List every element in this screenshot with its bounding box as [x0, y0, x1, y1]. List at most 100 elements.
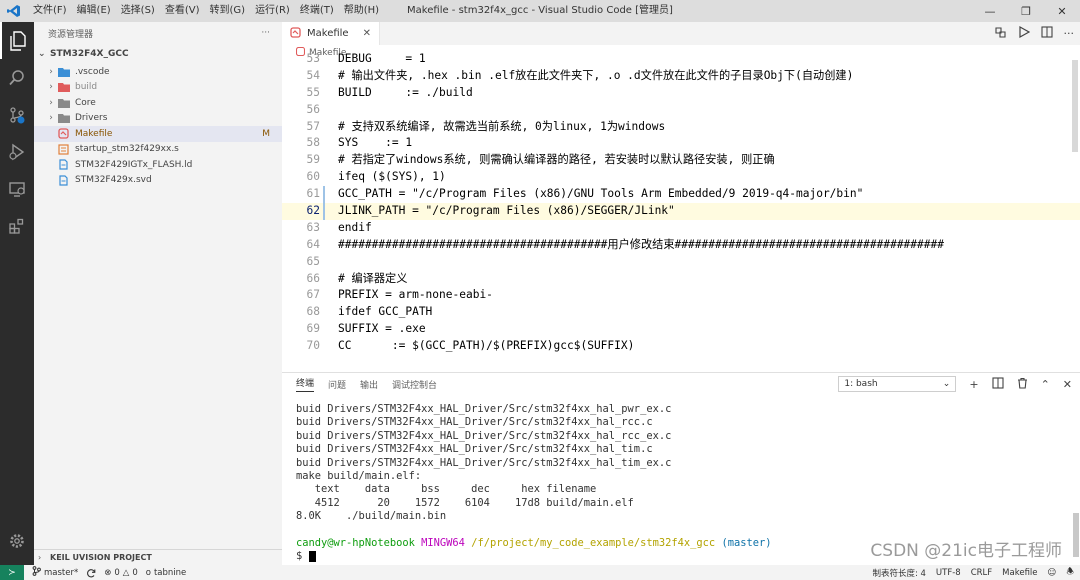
tab-debug-console[interactable]: 调试控制台 [392, 378, 437, 391]
prompt-branch: (master) [721, 536, 772, 549]
prompt-user: candy@wr-hpNotebook [296, 536, 415, 549]
tabnine-icon: o [145, 567, 151, 578]
indent-status[interactable]: 制表符长度: 4 [872, 567, 925, 579]
tabnine-status[interactable]: o tabnine [146, 568, 187, 578]
tree-item-ld[interactable]: STM32F429IGTx_FLASH.ld [34, 157, 282, 173]
menu-file[interactable]: 文件(F) [28, 0, 72, 22]
run-debug-icon[interactable] [0, 133, 34, 170]
title-bar: 文件(F) 编辑(E) 选择(S) 查看(V) 转到(G) 运行(R) 终端(T… [0, 0, 1080, 22]
terminal-scrollbar[interactable] [1073, 513, 1079, 557]
sync-icon[interactable] [86, 568, 96, 578]
remote-indicator-icon[interactable]: ≻ [0, 565, 24, 580]
keil-section-header[interactable]: › KEIL UVISION PROJECT [34, 549, 282, 565]
keil-section-label: KEIL UVISION PROJECT [50, 553, 152, 562]
code-line: 53 DEBUG = 1 [306, 52, 426, 65]
problems-status[interactable]: ⊗ 0 △ 0 [104, 568, 138, 578]
tab-makefile[interactable]: Makefile ✕ [282, 22, 380, 45]
makefile-icon [290, 26, 301, 41]
editor-tabs: Makefile ✕ ··· [282, 22, 1080, 45]
language-status[interactable]: Makefile [1002, 568, 1037, 578]
vscode-logo-icon [0, 0, 28, 22]
encoding-status[interactable]: UTF-8 [936, 568, 961, 578]
code-line: 54 # 输出文件夹, .hex .bin .elf放在此文件夹下, .o .d文… [306, 68, 854, 82]
branch-name: master* [44, 567, 79, 578]
makefile-icon [58, 128, 71, 139]
search-icon[interactable] [0, 59, 34, 96]
editor-actions: ··· [994, 22, 1075, 45]
close-tab-icon[interactable]: ✕ [363, 28, 371, 39]
extensions-icon[interactable] [0, 207, 34, 244]
notifications-bell-icon[interactable]: 🕭 [1066, 566, 1074, 580]
tab-label: Makefile [307, 28, 349, 39]
split-terminal-icon[interactable] [992, 376, 1004, 392]
chevron-down-icon: ⌄ [942, 379, 951, 389]
chevron-right-icon: › [49, 82, 53, 93]
feedback-icon[interactable]: ☺ [1048, 568, 1057, 578]
code-line: 66 # 编译器定义 [306, 271, 408, 285]
trash-icon[interactable] [1017, 377, 1028, 392]
folder-drivers-icon [58, 113, 71, 124]
status-bar: ≻ master* ⊗ 0 △ 0 o tabnine 制表符长度: 4 UTF… [0, 565, 1080, 580]
settings-gear-icon[interactable] [0, 522, 34, 559]
error-count: 0 [114, 567, 120, 578]
tree-item-makefile[interactable]: Makefile M [34, 126, 282, 142]
window-controls: — ❐ ✕ [972, 0, 1080, 22]
close-panel-icon[interactable]: ✕ [1063, 378, 1072, 391]
menu-goto[interactable]: 转到(G) [205, 0, 251, 22]
prompt-path: /f/project/my_code_example/stm32f4x_gcc [471, 536, 716, 549]
warning-count: 0 [132, 567, 138, 578]
code-line: 64 ######################################… [306, 237, 944, 251]
terminal-line: text data bss dec hex filename [296, 483, 597, 496]
more-actions-icon[interactable]: ··· [1064, 27, 1075, 40]
run-icon[interactable] [1018, 25, 1030, 41]
tab-output[interactable]: 输出 [360, 378, 378, 391]
new-terminal-icon[interactable]: + [969, 378, 978, 391]
terminal-select[interactable]: 1: bash ⌄ [838, 376, 957, 392]
editor-area: Makefile ✕ ··· Makefile 53 DEBUG = 1 54 # … [282, 22, 1080, 372]
chevron-right-icon: › [38, 553, 42, 562]
menu-view[interactable]: 查看(V) [160, 0, 205, 22]
terminal-line: buid Drivers/STM32F4xx_HAL_Driver/Src/st… [296, 416, 653, 429]
chevron-right-icon: › [49, 113, 53, 124]
remote-explorer-icon[interactable] [0, 170, 34, 207]
tree-item-startup[interactable]: startup_stm32f429xx.s [34, 142, 282, 158]
menu-edit[interactable]: 编辑(E) [72, 0, 116, 22]
assembly-file-icon [58, 144, 71, 155]
restore-button[interactable]: ❐ [1008, 0, 1044, 22]
menu-terminal[interactable]: 终端(T) [295, 0, 339, 22]
tree-item-drivers[interactable]: › Drivers [34, 111, 282, 127]
minimize-button[interactable]: — [972, 0, 1008, 22]
explorer-more-button[interactable]: ··· [261, 28, 270, 38]
tree-item-label: startup_stm32f429xx.s [75, 144, 179, 155]
terminal-select-value: 1: bash [844, 379, 878, 389]
split-editor-icon[interactable] [1040, 26, 1053, 41]
folder-build-icon [58, 82, 71, 93]
code-line: 57 # 支持双系统编译, 故需选当前系统, 0为linux, 1为windows [306, 119, 666, 133]
eol-status[interactable]: CRLF [971, 568, 992, 578]
maximize-panel-icon[interactable]: ⌃ [1041, 378, 1050, 391]
menu-run[interactable]: 运行(R) [250, 0, 295, 22]
code-line: 65 [306, 254, 320, 268]
tree-item-build[interactable]: › build [34, 80, 282, 96]
code-view[interactable]: 53 DEBUG = 1 54 # 输出文件夹, .hex .bin .elf放在此… [282, 51, 1080, 355]
tree-item-label: STM32F429x.svd [75, 175, 152, 186]
open-changes-icon[interactable] [994, 26, 1007, 42]
explorer-icon[interactable] [0, 22, 34, 59]
editor-scrollbar[interactable] [1072, 60, 1078, 152]
terminal-cursor [308, 550, 316, 562]
branch-status[interactable]: master* [32, 566, 78, 579]
explorer-header: 资源管理器 ··· [34, 22, 282, 44]
project-section-header[interactable]: ⌄ STM32F4X_GCC [34, 44, 282, 64]
tree-item-vscode[interactable]: › .vscode [34, 64, 282, 80]
error-icon: ⊗ [104, 567, 112, 578]
menu-help[interactable]: 帮助(H) [339, 0, 384, 22]
terminal-line: buid Drivers/STM32F4xx_HAL_Driver/Src/st… [296, 443, 653, 456]
tree-item-core[interactable]: › Core [34, 95, 282, 111]
menu-selection[interactable]: 选择(S) [116, 0, 160, 22]
code-line: 56 [306, 102, 320, 116]
tab-problems[interactable]: 问题 [328, 378, 346, 391]
tab-terminal[interactable]: 终端 [296, 376, 315, 392]
close-button[interactable]: ✕ [1044, 0, 1080, 22]
tree-item-svd[interactable]: STM32F429x.svd [34, 173, 282, 189]
source-control-icon[interactable] [0, 96, 34, 133]
